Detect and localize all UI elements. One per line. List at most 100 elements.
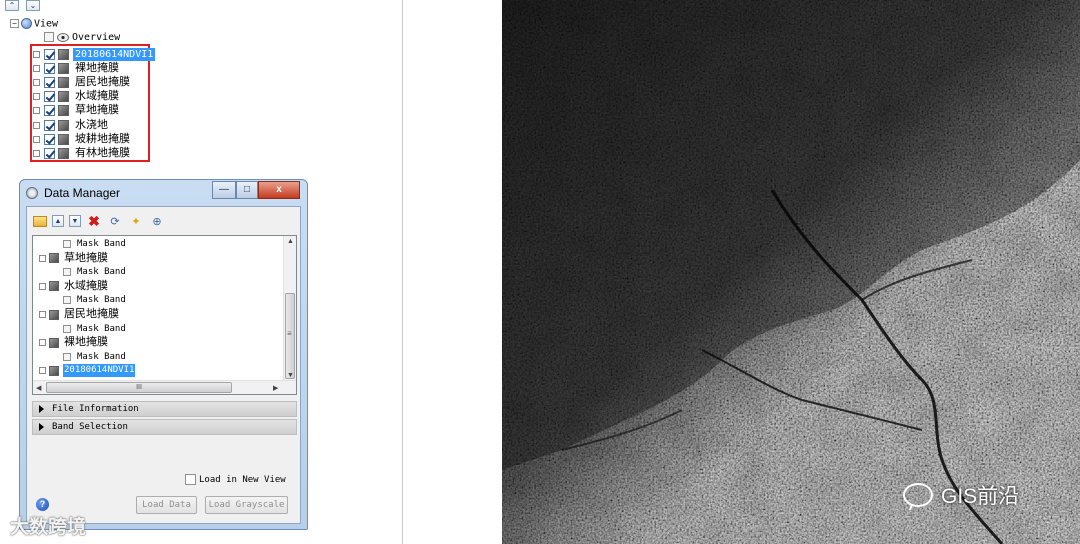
layer-visibility-checkbox[interactable] <box>44 105 55 117</box>
watermark-left: 大数跨境 <box>10 517 87 538</box>
expand-icon[interactable] <box>33 121 40 129</box>
refresh-icon[interactable]: ⟳ <box>107 213 123 229</box>
load-data-button[interactable]: Load Data <box>136 496 197 514</box>
layer-row[interactable]: 20180614NDVI1 <box>32 47 156 61</box>
layer-row[interactable]: 水域掩膜 <box>32 90 121 104</box>
ndvi-raster-image <box>502 0 1080 544</box>
horizontal-scroll-thumb[interactable]: III <box>46 382 232 393</box>
layer-visibility-checkbox[interactable] <box>44 76 55 88</box>
load-in-new-view-option[interactable]: Load in New View <box>185 474 286 485</box>
raster-dataset-icon <box>49 281 59 292</box>
data-manager-window: Data Manager — □ x ▲ ▼ ✖ ⟳ ✦ ⊕ Mask Band… <box>19 179 308 530</box>
expand-icon[interactable] <box>33 64 40 72</box>
dataset-row[interactable]: 草地掩膜 <box>38 251 109 265</box>
horizontal-scrollbar[interactable]: ◀ III ▶ <box>33 380 296 394</box>
collapse-icon[interactable] <box>39 254 46 262</box>
move-down-icon[interactable]: ▼ <box>69 215 81 227</box>
dataset-row[interactable]: 裸地掩膜 <box>38 336 109 350</box>
dataset-label: 草地掩膜 <box>64 251 108 264</box>
minimize-button[interactable]: — <box>212 181 236 199</box>
layer-row[interactable]: 水浇地 <box>32 118 110 132</box>
band-row[interactable]: Mask Band <box>63 237 126 251</box>
layer-list: 20180614NDVI1 裸地掩膜 居民地掩膜 水域掩膜 草地掩膜 水浇地 坡耕地掩膜 有林… <box>30 44 156 162</box>
band-selection-section[interactable]: Band Selection <box>32 419 297 435</box>
band-icon <box>63 268 71 277</box>
band-label: Mask Band <box>77 267 126 278</box>
collapse-icon[interactable]: − <box>10 19 19 28</box>
layer-row[interactable]: 坡耕地掩膜 <box>32 132 132 146</box>
scroll-right-arrow-icon[interactable]: ▶ <box>273 384 278 392</box>
move-up-button[interactable]: ⌃ <box>5 0 19 11</box>
overview-checkbox[interactable] <box>44 32 54 42</box>
raster-dataset-icon <box>49 253 59 264</box>
dataset-label: 裸地掩膜 <box>64 336 108 349</box>
maximize-button[interactable]: □ <box>236 181 258 199</box>
raster-dataset-icon <box>49 337 59 348</box>
expand-icon[interactable] <box>33 107 40 115</box>
expand-triangle-icon <box>39 404 44 413</box>
collapse-icon[interactable] <box>39 282 46 290</box>
layer-row[interactable]: 有林地掩膜 <box>32 146 132 160</box>
dataset-row[interactable]: 20180614NDVI1 <box>38 364 136 378</box>
scroll-up-arrow-icon[interactable]: ▲ <box>287 238 294 245</box>
band-row[interactable]: Mask Band <box>63 350 126 364</box>
raster-layer-icon <box>58 105 69 117</box>
overview-node[interactable]: Overview <box>44 32 120 43</box>
expand-icon[interactable] <box>33 135 40 143</box>
overview-label: Overview <box>72 32 121 43</box>
dataset-row[interactable]: 水域掩膜 <box>38 279 109 293</box>
ndvi-image-view[interactable]: GIS前沿 <box>502 0 1080 544</box>
band-row[interactable]: Mask Band <box>63 322 126 336</box>
view-node[interactable]: − View <box>10 18 58 30</box>
collapse-icon[interactable] <box>39 367 46 375</box>
vertical-scrollbar[interactable]: ▲ ≡ ▼ <box>283 236 296 381</box>
raster-layer-icon <box>58 133 69 145</box>
move-up-icon[interactable]: ▲ <box>52 215 64 227</box>
expand-icon[interactable] <box>33 149 40 157</box>
raster-layer-icon <box>58 91 69 103</box>
band-label: Mask Band <box>77 239 126 249</box>
layer-label: 有林地掩膜 <box>75 146 130 159</box>
layer-visibility-checkbox[interactable] <box>44 147 55 159</box>
load-in-new-view-checkbox[interactable] <box>185 474 196 485</box>
move-down-button[interactable]: ⌄ <box>26 0 40 11</box>
file-information-section[interactable]: File Information <box>32 401 297 417</box>
expand-icon[interactable] <box>33 78 40 86</box>
layer-row[interactable]: 裸地掩膜 <box>32 61 121 75</box>
layer-label: 水域掩膜 <box>75 90 119 103</box>
layer-visibility-checkbox[interactable] <box>44 119 55 131</box>
layer-visibility-checkbox[interactable] <box>44 48 55 60</box>
band-row[interactable]: Mask Band <box>63 265 126 279</box>
collapse-icon[interactable] <box>39 339 46 347</box>
help-icon[interactable]: ? <box>36 498 49 511</box>
load-grayscale-button[interactable]: Load Grayscale <box>205 496 288 514</box>
layer-row[interactable]: 居民地掩膜 <box>32 75 132 89</box>
raster-layer-icon <box>58 147 69 159</box>
dataset-label: 居民地掩膜 <box>64 308 119 320</box>
folder-open-icon[interactable] <box>33 215 47 227</box>
expand-icon[interactable] <box>33 50 40 58</box>
band-row[interactable]: Mask Band <box>63 293 126 307</box>
close-button[interactable]: x <box>258 181 300 199</box>
pin-icon[interactable]: ✦ <box>128 213 144 229</box>
scroll-left-arrow-icon[interactable]: ◀ <box>36 384 41 392</box>
overview-eye-icon <box>57 32 69 42</box>
layer-visibility-checkbox[interactable] <box>44 91 55 103</box>
link-icon[interactable]: ⊕ <box>149 213 165 229</box>
raster-dataset-icon <box>49 365 59 376</box>
dataset-row[interactable]: 居民地掩膜 <box>38 308 120 322</box>
data-manager-titlebar[interactable]: Data Manager — □ x <box>20 180 307 206</box>
watermark-right: GIS前沿 <box>903 480 1019 510</box>
layer-row[interactable]: 草地掩膜 <box>32 104 121 118</box>
remove-icon[interactable]: ✖ <box>86 213 102 229</box>
layer-visibility-checkbox[interactable] <box>44 62 55 74</box>
scroll-down-arrow-icon[interactable]: ▼ <box>287 372 294 379</box>
layer-visibility-checkbox[interactable] <box>44 133 55 145</box>
expand-icon[interactable] <box>33 93 40 101</box>
data-manager-title: Data Manager <box>44 186 121 200</box>
layer-label: 20180614NDVI1 <box>73 47 156 61</box>
vertical-scroll-thumb[interactable]: ≡ <box>285 293 295 379</box>
collapse-icon[interactable] <box>39 311 46 318</box>
layer-label: 裸地掩膜 <box>75 61 119 74</box>
data-manager-tree[interactable]: Mask Band 草地掩膜 Mask Band 水域掩膜 Mask Band 居民地掩膜… <box>32 235 297 395</box>
